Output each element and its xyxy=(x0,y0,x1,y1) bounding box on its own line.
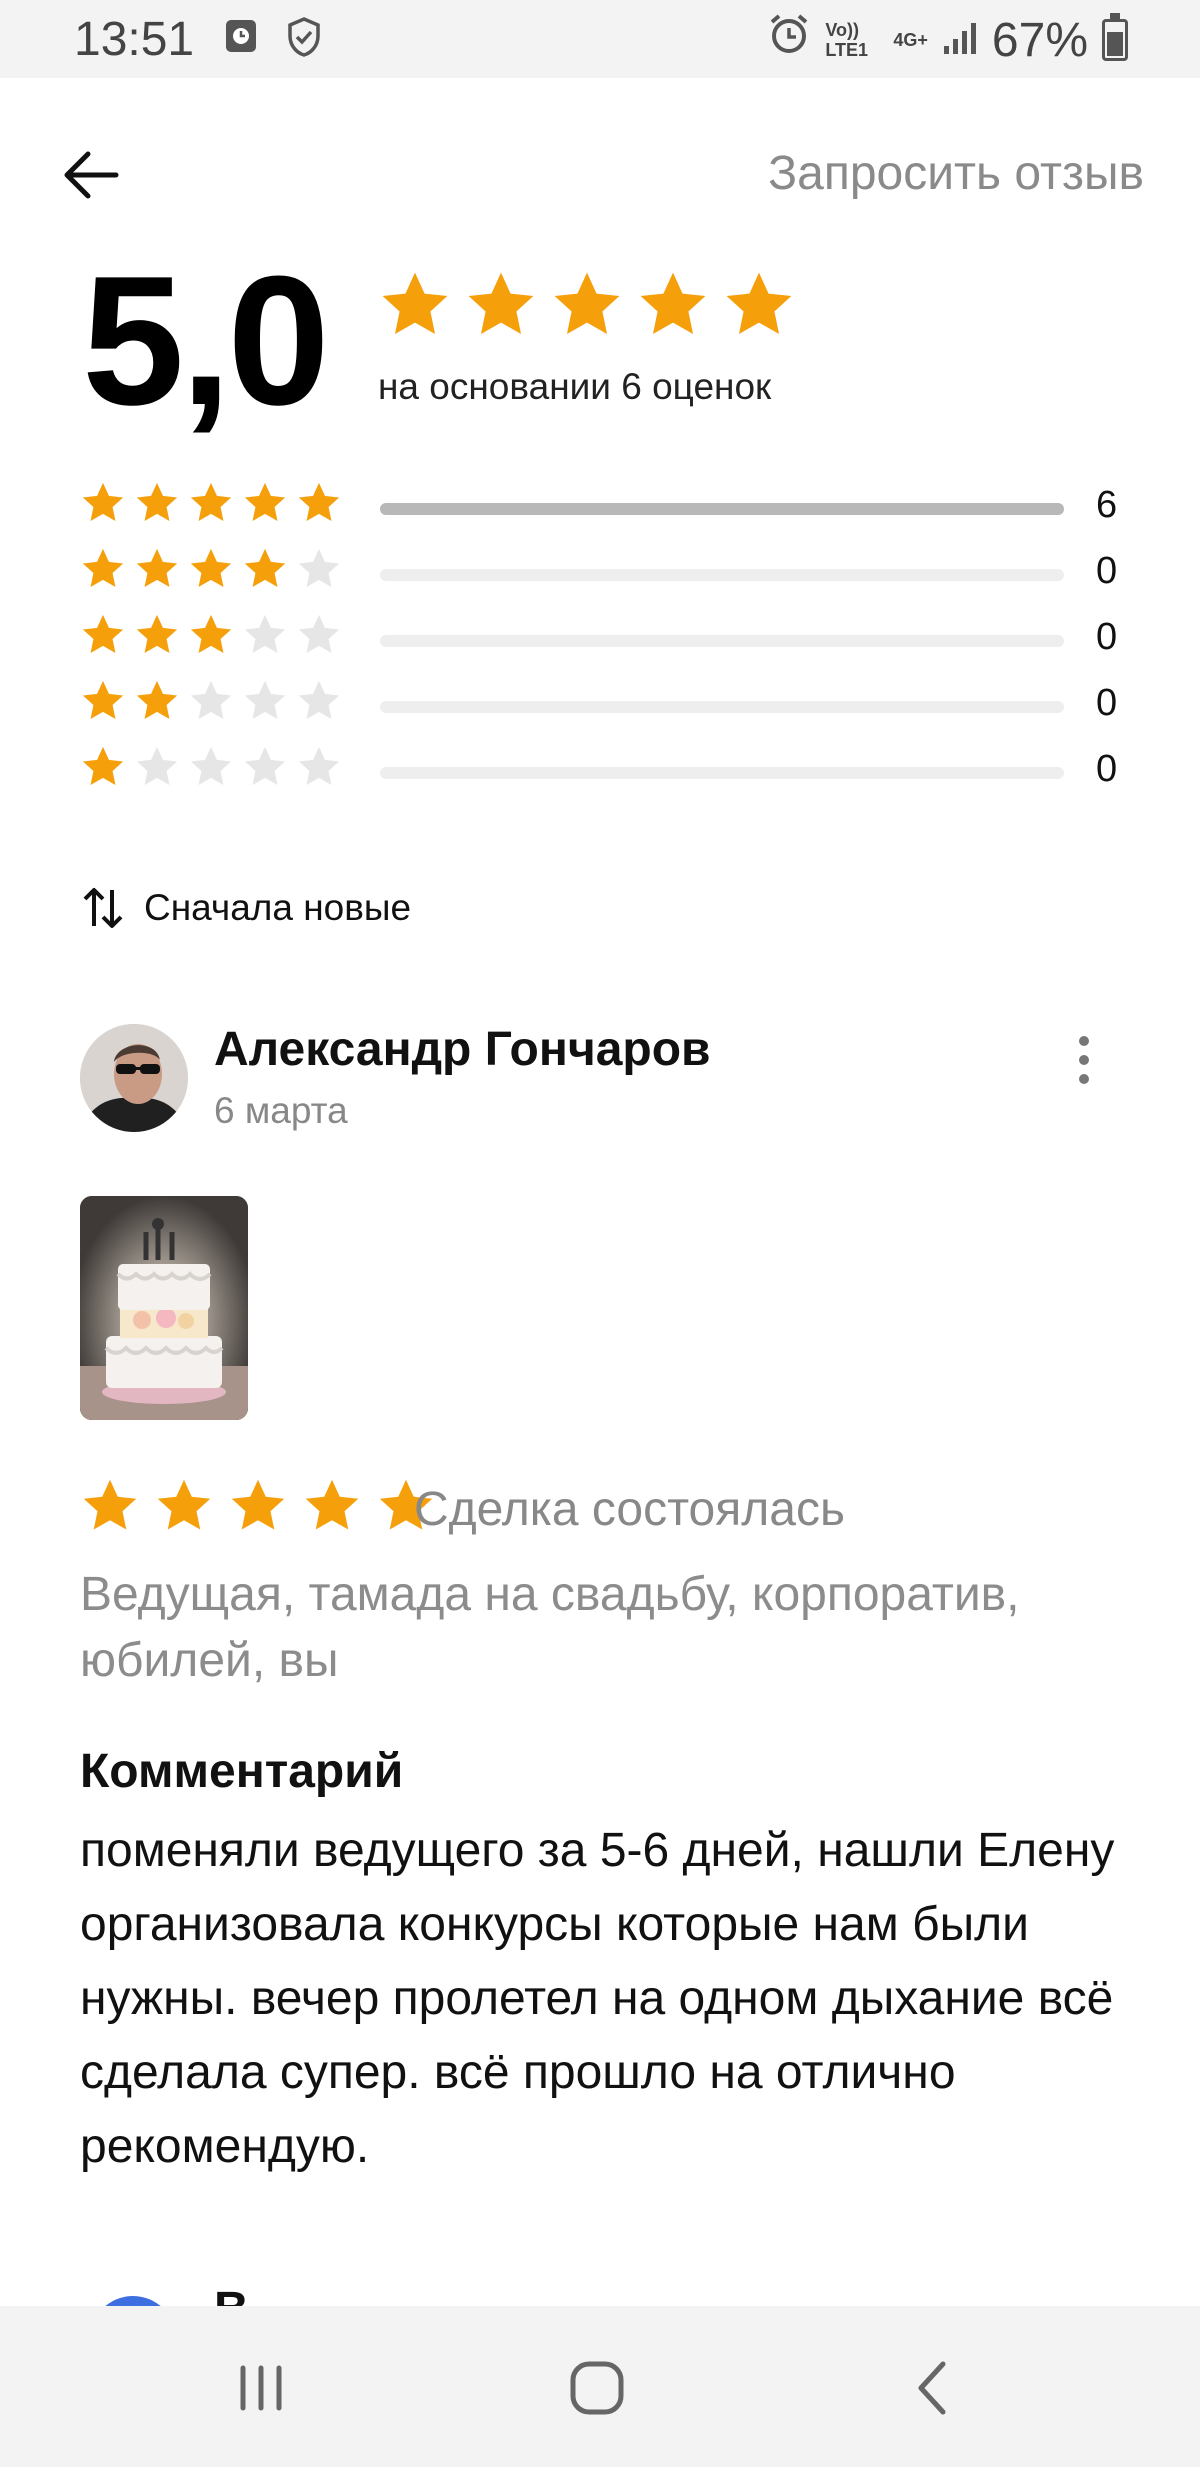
reviewer-avatar[interactable] xyxy=(80,1024,188,1132)
star-empty-icon xyxy=(296,612,342,658)
comment-text: поменяли ведущего за 5-6 дней, нашли Еле… xyxy=(80,1824,1115,2173)
star-filled-icon xyxy=(302,1476,362,1536)
star-empty-icon xyxy=(242,612,288,658)
sort-control[interactable]: Сначала новые xyxy=(82,886,411,930)
star-filled-icon xyxy=(80,546,126,592)
star-filled-icon xyxy=(188,612,234,658)
battery-text: 67% xyxy=(991,13,1088,67)
star-filled-icon xyxy=(80,744,126,790)
distribution-row-2[interactable]: 0 xyxy=(80,678,1140,734)
average-score: 5,0 xyxy=(82,237,330,443)
network-type: 4G+ xyxy=(893,29,928,50)
more-dot xyxy=(1079,1036,1089,1046)
comment-heading: Комментарий xyxy=(80,1745,404,1798)
star-filled-icon xyxy=(80,678,126,724)
next-reviewer-name[interactable]: В xyxy=(214,2282,249,2306)
signal-icon xyxy=(942,13,978,68)
distribution-bar-fill xyxy=(380,503,1064,515)
distribution-stars xyxy=(80,678,342,724)
star-filled-icon xyxy=(242,546,288,592)
star-empty-icon xyxy=(242,744,288,790)
distribution-count: 6 xyxy=(1096,484,1118,526)
sort-arrows-icon xyxy=(83,888,123,928)
back-nav-button[interactable] xyxy=(893,2348,973,2428)
distribution-stars xyxy=(80,612,342,658)
distribution-count: 0 xyxy=(1096,550,1118,592)
star-filled-icon xyxy=(80,612,126,658)
distribution-count: 0 xyxy=(1096,616,1118,658)
star-filled-icon xyxy=(134,480,180,526)
star-filled-icon xyxy=(134,678,180,724)
status-time: 13:51 xyxy=(74,13,195,66)
star-filled-icon xyxy=(464,268,538,342)
more-options-button[interactable] xyxy=(1064,1030,1104,1090)
star-filled-icon xyxy=(242,480,288,526)
review-photo-thumbnail[interactable] xyxy=(80,1196,248,1420)
arrow-left-icon xyxy=(64,151,119,199)
star-filled-icon xyxy=(378,268,452,342)
network-label: Vo)) LTE1 xyxy=(825,20,869,60)
distribution-bar-track xyxy=(380,503,1064,515)
star-filled-icon xyxy=(134,612,180,658)
more-dot xyxy=(1079,1055,1089,1065)
request-review-link[interactable]: Запросить отзыв xyxy=(768,146,1144,201)
distribution-stars xyxy=(80,744,342,790)
status-bar: 13:51 Vo)) LTE1 4G+ 67% xyxy=(0,0,1200,78)
more-dot xyxy=(1079,1074,1089,1084)
back-icon xyxy=(918,2361,946,2415)
distribution-row-3[interactable]: 0 xyxy=(80,612,1140,668)
home-icon xyxy=(570,2361,624,2415)
shield-icon xyxy=(286,16,322,63)
status-right-group: Vo)) LTE1 4G+ 67% xyxy=(767,12,1128,68)
distribution-stars xyxy=(80,546,342,592)
battery-icon xyxy=(1102,13,1128,61)
star-filled-icon xyxy=(188,480,234,526)
star-empty-icon xyxy=(188,678,234,724)
home-button[interactable] xyxy=(557,2348,637,2428)
distribution-bar-track xyxy=(380,569,1064,581)
ratings-count-caption: на основании 6 оценок xyxy=(378,366,772,407)
star-empty-icon xyxy=(296,744,342,790)
star-empty-icon xyxy=(134,744,180,790)
star-empty-icon xyxy=(242,678,288,724)
alarm-app-icon xyxy=(224,16,258,61)
star-filled-icon xyxy=(80,1476,140,1536)
distribution-bar-track xyxy=(380,767,1064,779)
distribution-stars xyxy=(80,480,342,526)
star-filled-icon xyxy=(188,546,234,592)
distribution-count: 0 xyxy=(1096,748,1118,790)
back-button[interactable] xyxy=(56,140,126,210)
star-empty-icon xyxy=(296,678,342,724)
distribution-count: 0 xyxy=(1096,682,1118,724)
star-filled-icon xyxy=(550,268,624,342)
star-filled-icon xyxy=(722,268,796,342)
star-filled-icon xyxy=(154,1476,214,1536)
review-rating-stars xyxy=(80,1476,436,1536)
summary-stars xyxy=(378,268,796,342)
reviewer-name[interactable]: Александр Гончаров xyxy=(214,1022,711,1077)
distribution-row-5[interactable]: 6 xyxy=(80,480,1140,536)
recent-apps-icon xyxy=(240,2365,282,2411)
star-filled-icon xyxy=(296,480,342,526)
distribution-bar-track xyxy=(380,635,1064,647)
distribution-bar-track xyxy=(380,701,1064,713)
star-filled-icon xyxy=(636,268,710,342)
distribution-row-1[interactable]: 0 xyxy=(80,744,1140,800)
distribution-row-4[interactable]: 0 xyxy=(80,546,1140,602)
star-filled-icon xyxy=(228,1476,288,1536)
star-empty-icon xyxy=(188,744,234,790)
alarm-clock-icon xyxy=(767,12,811,68)
review-service: Ведущая, тамада на свадьбу, корпоратив, … xyxy=(80,1568,1020,1687)
system-nav-bar xyxy=(0,2306,1200,2467)
deal-status: Сделка состоялась xyxy=(414,1483,845,1536)
review-date: 6 марта xyxy=(214,1090,348,1131)
sort-label: Сначала новые xyxy=(144,887,412,928)
recent-apps-button[interactable] xyxy=(221,2348,301,2428)
star-empty-icon xyxy=(296,546,342,592)
star-filled-icon xyxy=(80,480,126,526)
star-filled-icon xyxy=(134,546,180,592)
